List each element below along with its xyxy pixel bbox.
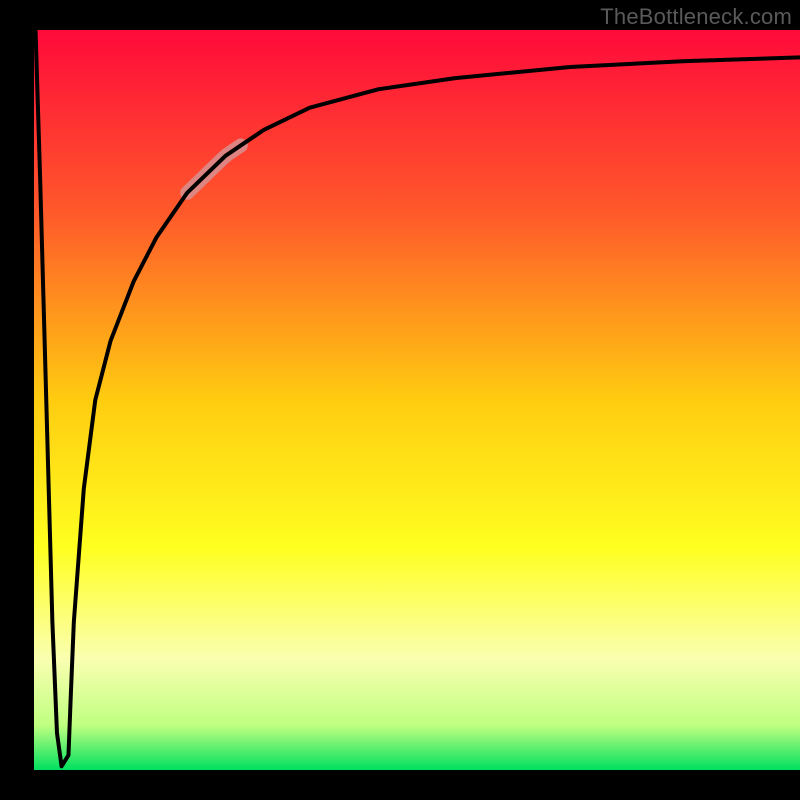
chart-plot-area — [34, 30, 800, 770]
watermark-text: TheBottleneck.com — [600, 4, 792, 30]
chart-svg — [34, 30, 800, 770]
chart-background — [34, 30, 800, 770]
